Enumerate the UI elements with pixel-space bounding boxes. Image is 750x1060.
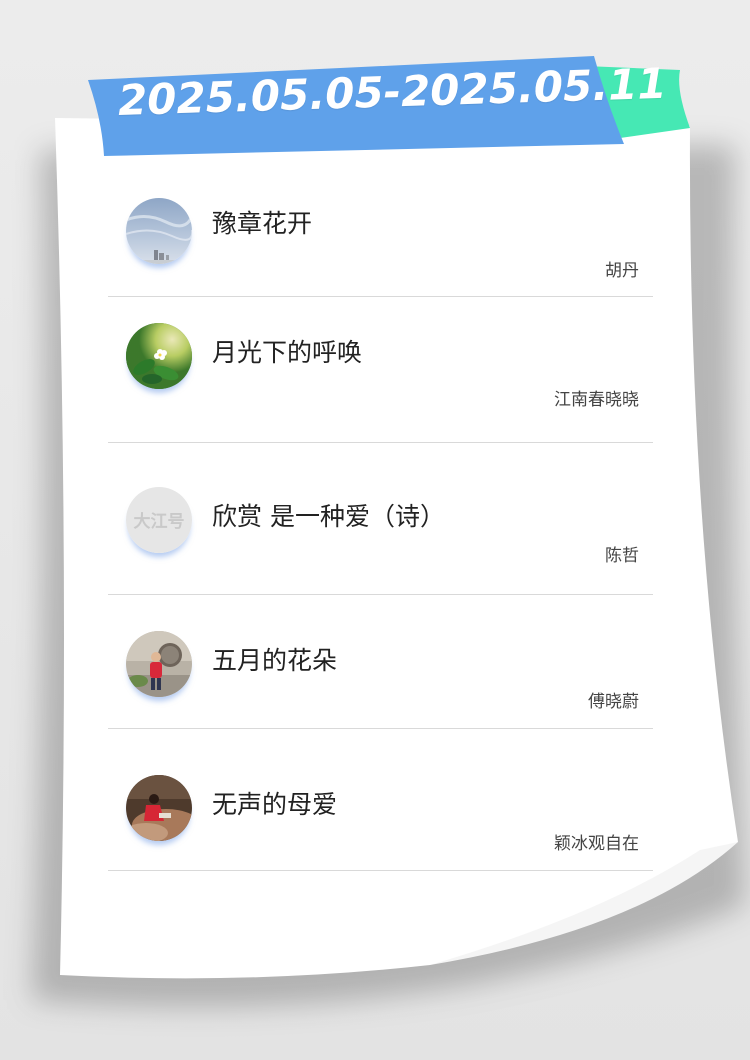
article-title: 无声的母爱 [212,790,338,819]
article-thumbnail [126,775,192,841]
article-thumbnail [126,198,192,264]
list-item[interactable]: 豫章花开 胡丹 [108,170,653,297]
article-list: 豫章花开 胡丹 月光下的呼唤 江南春晓晓 大江号 欣赏 是一种爱（诗） 陈哲 五… [108,170,653,871]
article-title: 五月的花朵 [212,646,338,675]
svg-text:大江号: 大江号 [134,511,185,532]
list-item[interactable]: 五月的花朵 傅晓蔚 [108,595,653,729]
article-title: 月光下的呼唤 [212,338,363,367]
list-item[interactable]: 无声的母爱 颖冰观自在 [108,729,653,871]
dajianghao-logo-icon: 大江号 [126,487,192,553]
article-thumbnail [126,323,192,389]
article-title: 豫章花开 [212,209,313,238]
article-author: 傅晓蔚 [588,692,639,712]
article-title: 欣赏 是一种爱（诗） [212,502,445,531]
list-item[interactable]: 大江号 欣赏 是一种爱（诗） 陈哲 [108,443,653,595]
article-author: 胡丹 [605,261,639,281]
list-item[interactable]: 月光下的呼唤 江南春晓晓 [108,297,653,443]
article-author: 颖冰观自在 [554,834,639,854]
article-author: 江南春晓晓 [554,390,639,410]
article-thumbnail [126,631,192,697]
article-author: 陈哲 [605,546,639,566]
